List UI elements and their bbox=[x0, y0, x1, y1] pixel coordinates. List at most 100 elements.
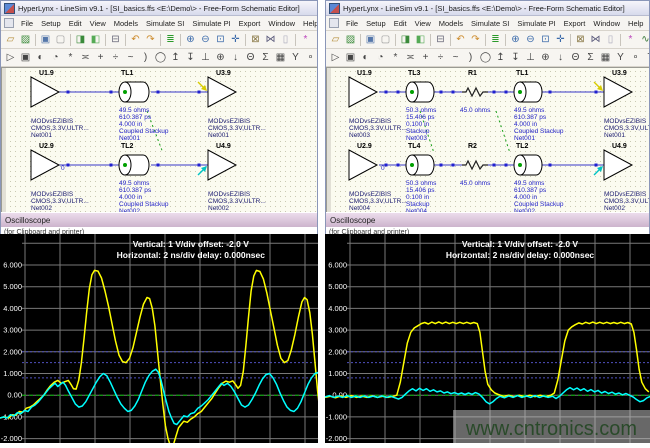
right-oscilloscope[interactable]: 6.0005.0004.0003.0002.0001.0000.00-1.000… bbox=[325, 234, 650, 443]
menu-item-file[interactable]: File bbox=[17, 19, 37, 28]
wire-node[interactable] bbox=[440, 91, 443, 94]
left-schematic-canvas[interactable]: 0U1.9MODvsEZIBISCMOS,3.3V,ULTR...Net001T… bbox=[1, 67, 317, 212]
part-r1[interactable]: R145.0 ohms bbox=[460, 70, 491, 114]
oscillator-tool-icon[interactable]: * bbox=[64, 51, 77, 64]
wire-node[interactable] bbox=[595, 164, 598, 167]
pan-icon[interactable]: ✛ bbox=[554, 33, 567, 46]
close-file-icon[interactable]: ▢ bbox=[54, 33, 67, 46]
select-tool-icon[interactable]: ▣ bbox=[19, 51, 32, 64]
wire-node[interactable] bbox=[505, 91, 508, 94]
arrow-down-icon[interactable]: ↓ bbox=[554, 51, 567, 64]
wire-node[interactable] bbox=[198, 164, 201, 167]
buffer-tool-icon[interactable]: ◐ bbox=[359, 51, 372, 64]
wire-node[interactable] bbox=[110, 91, 113, 94]
part-tl4[interactable]: TL450.3 ohms15.406 ps0.100 inStackupNet0… bbox=[406, 143, 437, 212]
mdi-child-icon[interactable] bbox=[4, 18, 14, 28]
wire-node[interactable] bbox=[397, 164, 400, 167]
export-icon[interactable]: ◧ bbox=[89, 33, 102, 46]
sigma-tool-icon[interactable]: Σ bbox=[584, 51, 597, 64]
coupled-region-icon[interactable]: ▦ bbox=[599, 51, 612, 64]
wire-node[interactable] bbox=[67, 164, 70, 167]
zoom-fit-icon[interactable]: ⊡ bbox=[539, 33, 552, 46]
sigma-tool-icon[interactable]: Σ bbox=[259, 51, 272, 64]
part-tl2[interactable]: TL249.5 ohms610.387 ps4.000 inCoupled St… bbox=[119, 143, 169, 212]
buffer-tool-icon[interactable]: ◐ bbox=[34, 51, 47, 64]
stub-up-icon[interactable]: ↥ bbox=[169, 51, 182, 64]
wire-node[interactable] bbox=[493, 91, 496, 94]
part-u3-9[interactable]: U3.9MODvsEZIBISCMOS,3.3V,ULTRNet001 bbox=[594, 70, 650, 139]
menu-item-help[interactable]: Help bbox=[299, 19, 317, 28]
menu-item-setup[interactable]: Setup bbox=[362, 19, 390, 28]
part-u1-9[interactable]: U1.9MODvsEZIBISCMOS,3.3V,ULTR...Net003 bbox=[349, 70, 407, 139]
zoom-out-icon[interactable]: ⊖ bbox=[199, 33, 212, 46]
part-r2[interactable]: R245.0 ohms bbox=[460, 143, 491, 187]
probe-tool-icon[interactable]: ≍ bbox=[404, 51, 417, 64]
bend-wire-icon[interactable]: ) bbox=[464, 51, 477, 64]
select-tool-icon[interactable]: ▣ bbox=[344, 51, 357, 64]
net-browse-icon[interactable]: ⋈ bbox=[589, 33, 602, 46]
part-tl1[interactable]: TL149.5 ohms610.387 ps4.000 inCoupled St… bbox=[514, 70, 564, 142]
part-tl2[interactable]: TL249.5 ohms610.387 ps4.000 inCoupled St… bbox=[514, 143, 564, 212]
ic-tool-icon[interactable]: ◔ bbox=[374, 51, 387, 64]
menu-item-simulate-pi[interactable]: Simulate PI bbox=[513, 19, 559, 28]
wire-node[interactable] bbox=[549, 164, 552, 167]
wire-node[interactable] bbox=[493, 164, 496, 167]
wire-node[interactable] bbox=[505, 164, 508, 167]
stub-down-icon[interactable]: ↧ bbox=[184, 51, 197, 64]
bom-icon[interactable]: ⊠ bbox=[249, 33, 262, 46]
arrow-down-icon[interactable]: ↓ bbox=[229, 51, 242, 64]
ellipse-tool-icon[interactable]: ◯ bbox=[154, 51, 167, 64]
theta-tool-icon[interactable]: Θ bbox=[244, 51, 257, 64]
coupled-region-icon[interactable]: ▦ bbox=[274, 51, 287, 64]
menu-item-models[interactable]: Models bbox=[110, 19, 142, 28]
wire-node[interactable] bbox=[385, 164, 388, 167]
part-u4-9[interactable]: U4.9MODvsEZIBISCMOS,3.3V,ULTRNet002 bbox=[594, 143, 650, 212]
wire-node[interactable] bbox=[397, 91, 400, 94]
part-u2-9[interactable]: U2.9MODvsEZIBISCMOS,3.3V,ULTR...Net004 bbox=[349, 143, 407, 212]
wire-node[interactable] bbox=[67, 91, 70, 94]
stackup-editor-icon[interactable]: ≣ bbox=[164, 33, 177, 46]
zoom-out-icon[interactable]: ⊖ bbox=[524, 33, 537, 46]
bend-wire-icon[interactable]: ) bbox=[139, 51, 152, 64]
wire-node[interactable] bbox=[198, 91, 201, 94]
pan-icon[interactable]: ✛ bbox=[229, 33, 242, 46]
zoom-in-icon[interactable]: ⊕ bbox=[509, 33, 522, 46]
export-icon[interactable]: ◧ bbox=[414, 33, 427, 46]
wizard-icon[interactable]: * bbox=[299, 33, 312, 46]
y-junction-icon[interactable]: Y bbox=[289, 51, 302, 64]
ferrite-tool-icon[interactable]: ⊕ bbox=[214, 51, 227, 64]
close-file-icon[interactable]: ▢ bbox=[379, 33, 392, 46]
waveform-icon[interactable]: ∿ bbox=[639, 33, 649, 46]
new-file-icon[interactable]: ▱ bbox=[4, 33, 17, 46]
text-tool-icon[interactable]: T bbox=[644, 51, 649, 64]
menu-item-window[interactable]: Window bbox=[589, 19, 624, 28]
arc-wire-icon[interactable]: ~ bbox=[449, 51, 462, 64]
ferrite-tool-icon[interactable]: ⊕ bbox=[539, 51, 552, 64]
menu-item-export[interactable]: Export bbox=[560, 19, 590, 28]
driver-symbol[interactable] bbox=[349, 77, 377, 107]
menu-item-export[interactable]: Export bbox=[235, 19, 265, 28]
bom-icon[interactable]: ⊠ bbox=[574, 33, 587, 46]
wire-node[interactable] bbox=[452, 91, 455, 94]
right-schematic-canvas[interactable]: 0U1.9MODvsEZIBISCMOS,3.3V,ULTR...Net003T… bbox=[326, 67, 649, 212]
left-oscilloscope[interactable]: 6.0005.0004.0003.0002.0001.0000.00-1.000… bbox=[0, 234, 318, 443]
resistor-symbol[interactable] bbox=[462, 161, 488, 169]
theta-tool-icon[interactable]: Θ bbox=[569, 51, 582, 64]
wire-node[interactable] bbox=[157, 164, 160, 167]
wire-node[interactable] bbox=[157, 91, 160, 94]
print-icon[interactable]: ⊟ bbox=[109, 33, 122, 46]
y-junction-icon[interactable]: Y bbox=[614, 51, 627, 64]
menu-item-simulate-si[interactable]: Simulate SI bbox=[142, 19, 188, 28]
net-browse-icon[interactable]: ⋈ bbox=[264, 33, 277, 46]
menu-item-window[interactable]: Window bbox=[264, 19, 299, 28]
wire-node[interactable] bbox=[549, 91, 552, 94]
resistor-symbol[interactable] bbox=[462, 88, 488, 96]
part-tl3[interactable]: TL350.3 ohms15.406 ps0.100 inStackupNet0… bbox=[406, 70, 437, 142]
ground-tool-icon[interactable]: ⊥ bbox=[199, 51, 212, 64]
node-tool-icon[interactable]: ∘ bbox=[304, 51, 317, 64]
stackup-editor-icon[interactable]: ≣ bbox=[489, 33, 502, 46]
new-file-icon[interactable]: ▱ bbox=[329, 33, 342, 46]
driver-symbol[interactable] bbox=[31, 77, 59, 107]
ellipse-tool-icon[interactable]: ◯ bbox=[479, 51, 492, 64]
wire-node[interactable] bbox=[385, 91, 388, 94]
